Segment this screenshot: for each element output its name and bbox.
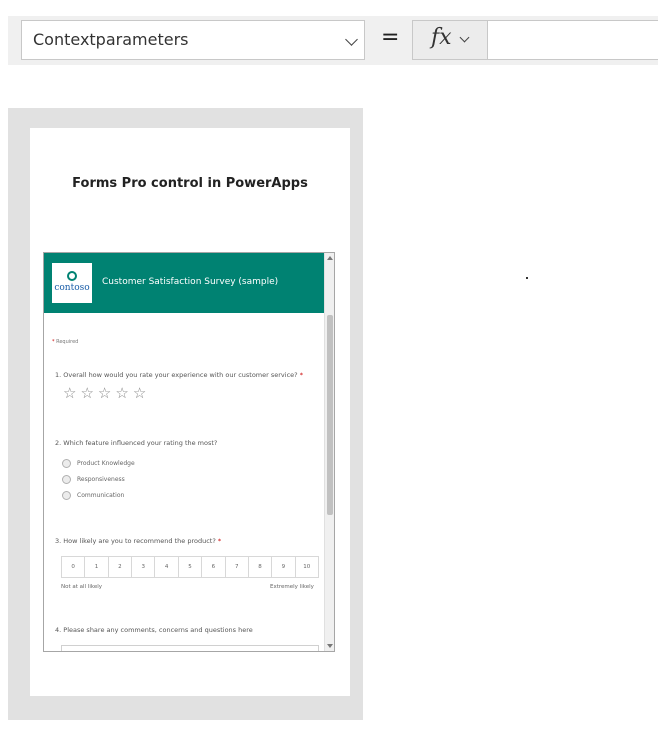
nps-option-9[interactable]: 9 <box>271 557 294 577</box>
question-1: 1. Overall how would you rate your exper… <box>55 371 303 379</box>
nps-option-7[interactable]: 7 <box>224 557 248 577</box>
required-note-text: Required <box>56 339 79 345</box>
scroll-down-icon[interactable] <box>327 644 333 648</box>
nps-high-label: Extremely likely <box>270 584 314 590</box>
star-rating: ☆ ☆ ☆ ☆ ☆ <box>63 386 146 401</box>
property-dropdown-value: Contextparameters <box>33 30 189 49</box>
formula-input[interactable] <box>487 20 658 60</box>
question-3-text: 3. How likely are you to recommend the p… <box>55 537 216 545</box>
contoso-logo: contoso <box>52 263 92 303</box>
equals-sign: = <box>381 25 400 50</box>
nps-option-1[interactable]: 1 <box>84 557 107 577</box>
radio-option[interactable]: Responsiveness <box>62 475 125 484</box>
nps-option-8[interactable]: 8 <box>247 557 271 577</box>
forms-pro-control[interactable]: contoso Customer Satisfaction Survey (sa… <box>43 252 335 652</box>
nps-option-3[interactable]: 3 <box>131 557 154 577</box>
required-asterisk: * <box>52 339 55 345</box>
required-asterisk: * <box>299 371 303 379</box>
logo-ring-icon <box>67 271 77 281</box>
nps-option-10[interactable]: 10 <box>294 557 319 577</box>
nps-scale: 0 1 2 3 4 5 6 7 8 9 10 <box>61 556 319 578</box>
screen-title: Forms Pro control in PowerApps <box>72 176 308 191</box>
required-note: * Required <box>52 339 78 345</box>
form-scrollbar[interactable] <box>324 253 334 651</box>
nps-option-5[interactable]: 5 <box>177 557 201 577</box>
canvas-frame: Forms Pro control in PowerApps contoso C… <box>8 108 363 720</box>
question-4: 4. Please share any comments, concerns a… <box>55 626 253 634</box>
form-header: contoso Customer Satisfaction Survey (sa… <box>44 253 325 313</box>
function-button[interactable]: fx <box>412 20 488 60</box>
radio-label: Product Knowledge <box>77 460 135 467</box>
nps-option-2[interactable]: 2 <box>107 557 131 577</box>
star-5-icon[interactable]: ☆ <box>133 386 146 401</box>
nps-option-4[interactable]: 4 <box>154 557 177 577</box>
radio-option[interactable]: Communication <box>62 491 124 500</box>
radio-button[interactable] <box>62 491 71 500</box>
required-asterisk: * <box>217 537 222 545</box>
radio-option[interactable]: Product Knowledge <box>62 459 135 468</box>
scroll-thumb[interactable] <box>327 315 333 515</box>
chevron-down-icon <box>345 33 358 46</box>
question-2-text: 2. Which feature influenced your rating … <box>55 439 218 447</box>
fx-icon: fx <box>431 25 452 50</box>
nps-low-label: Not at all likely <box>61 584 103 590</box>
star-2-icon[interactable]: ☆ <box>80 386 93 401</box>
canvas-dot <box>526 277 528 279</box>
chevron-down-icon <box>459 32 470 43</box>
logo-text: contoso <box>54 283 90 293</box>
property-dropdown[interactable]: Contextparameters <box>21 20 365 60</box>
radio-button[interactable] <box>62 459 71 468</box>
radio-label: Responsiveness <box>77 476 125 483</box>
star-3-icon[interactable]: ☆ <box>98 386 111 401</box>
nps-option-6[interactable]: 6 <box>201 557 224 577</box>
comments-textarea[interactable] <box>61 645 319 651</box>
form-title: Customer Satisfaction Survey (sample) <box>102 277 279 287</box>
star-1-icon[interactable]: ☆ <box>63 386 76 401</box>
formula-bar: Contextparameters = fx <box>8 16 658 65</box>
scroll-up-icon[interactable] <box>327 256 333 260</box>
app-screen: Forms Pro control in PowerApps contoso C… <box>30 128 350 696</box>
question-2: 2. Which feature influenced your rating … <box>55 439 217 447</box>
nps-option-0[interactable]: 0 <box>61 557 84 577</box>
question-1-text: 1. Overall how would you rate your exper… <box>55 371 298 379</box>
star-4-icon[interactable]: ☆ <box>115 386 128 401</box>
radio-label: Communication <box>77 492 125 499</box>
radio-button[interactable] <box>62 475 71 484</box>
question-4-text: 4. Please share any comments, concerns a… <box>55 626 253 634</box>
question-3: 3. How likely are you to recommend the p… <box>55 537 221 545</box>
